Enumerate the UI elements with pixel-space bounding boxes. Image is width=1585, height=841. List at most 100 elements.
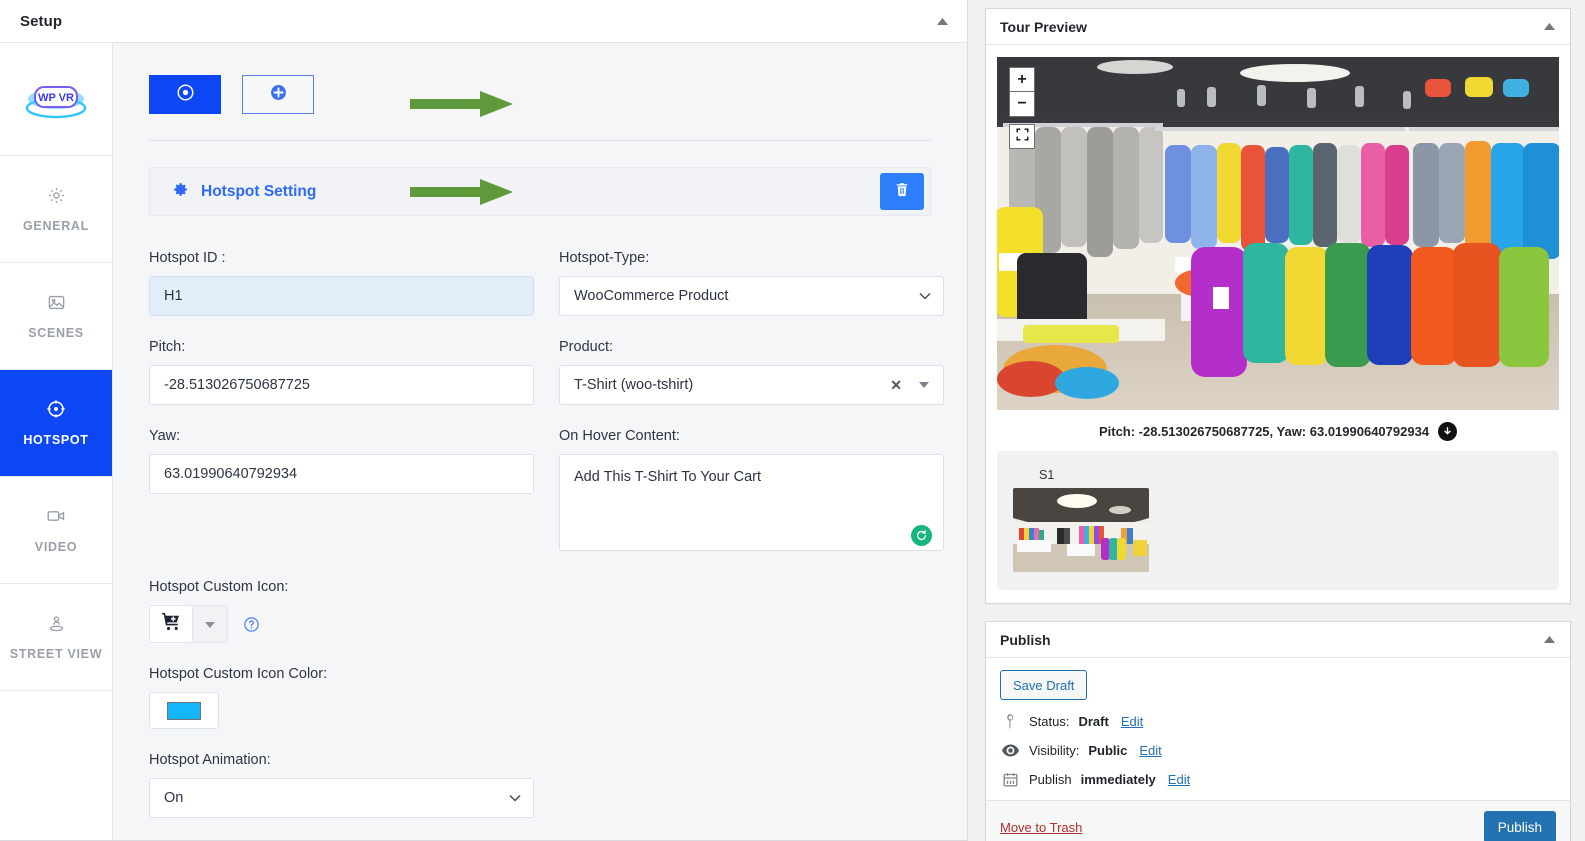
product-selected-value: T-Shirt (woo-tshirt) <box>574 377 694 393</box>
coordinates-text: Pitch: -28.513026750687725, Yaw: 63.0199… <box>1098 424 1430 439</box>
publish-when: immediately <box>1080 772 1156 787</box>
scene-list: S1 <box>997 451 1559 590</box>
wpvr-logo: WP VR <box>0 43 112 156</box>
sidebar-item-label: GENERAL <box>22 219 89 233</box>
image-icon <box>45 291 67 313</box>
product-select[interactable]: T-Shirt (woo-tshirt) ✕ <box>559 365 944 405</box>
wpvr-logo-icon: WP VR <box>22 77 90 121</box>
hotspot-animation-field-group: Hotspot Animation: On <box>149 752 534 818</box>
hotspot-animation-select[interactable]: On <box>149 778 534 818</box>
setup-tab-rail: WP VR GENERAL SCENES HOTSPOT VIDEO STREE… <box>0 43 113 840</box>
fullscreen-button[interactable] <box>1009 124 1035 149</box>
sidebar-item-general[interactable]: GENERAL <box>0 156 112 263</box>
dot-circle-icon <box>176 83 195 107</box>
publish-button[interactable]: Publish <box>1483 811 1556 841</box>
custom-icon-preview-button[interactable] <box>149 605 193 643</box>
existing-hotspot-tab[interactable] <box>149 75 221 114</box>
sidebar-item-street-view[interactable]: STREET VIEW <box>0 584 112 691</box>
right-sidebar: Tour Preview + − Pitch: -28.513026750687… <box>968 0 1585 841</box>
yaw-input[interactable] <box>149 454 534 494</box>
sidebar-item-scenes[interactable]: SCENES <box>0 263 112 370</box>
product-field-group: Product: T-Shirt (woo-tshirt) ✕ <box>559 339 944 405</box>
on-hover-content-textarea[interactable] <box>559 454 944 551</box>
trash-icon <box>894 181 910 203</box>
edit-status-link[interactable]: Edit <box>1121 714 1143 729</box>
color-swatch <box>167 701 201 720</box>
hotspot-type-label: Hotspot-Type: <box>559 250 650 266</box>
tour-preview-title: Tour Preview <box>1000 18 1087 35</box>
publish-metabox: Publish Save Draft Status: Draft Edit Vi… <box>985 621 1571 841</box>
clear-product-icon[interactable]: ✕ <box>890 377 906 394</box>
crosshair-icon <box>45 398 67 420</box>
visibility-label: Visibility: <box>1029 743 1080 758</box>
street-view-icon <box>45 612 67 634</box>
setup-header: Setup <box>0 0 967 43</box>
yaw-field-group: Yaw: <box>149 428 534 556</box>
publish-body: Save Draft Status: Draft Edit Visibility… <box>986 658 1570 800</box>
custom-icon-field-group: Hotspot Custom Icon: <box>149 579 534 643</box>
tour-preview-header: Tour Preview <box>986 9 1570 45</box>
calendar-icon <box>1000 772 1020 787</box>
publish-title: Publish <box>1000 631 1051 648</box>
wpvr-logo-text: WP VR <box>38 92 74 104</box>
save-draft-button[interactable]: Save Draft <box>1000 670 1088 700</box>
caret-up-icon[interactable] <box>931 10 953 32</box>
status-label: Status: <box>1029 714 1070 729</box>
edit-visibility-link[interactable]: Edit <box>1139 743 1161 758</box>
refresh-icon[interactable] <box>911 525 932 546</box>
shopping-cart-plus-icon <box>161 611 182 637</box>
caret-up-icon[interactable] <box>1538 16 1560 38</box>
panorama-viewer[interactable]: + − <box>997 57 1559 410</box>
visibility-value: Public <box>1088 743 1128 758</box>
pitch-input[interactable] <box>149 365 534 405</box>
add-hotspot-tab[interactable] <box>242 75 314 114</box>
custom-icon-dropdown-button[interactable] <box>193 605 228 643</box>
sidebar-item-label: SCENES <box>28 326 84 340</box>
custom-icon-label: Hotspot Custom Icon: <box>149 579 289 595</box>
zoom-out-button[interactable]: − <box>1009 92 1035 117</box>
sidebar-item-label: HOTSPOT <box>23 433 89 447</box>
custom-icon-color-field-group: Hotspot Custom Icon Color: <box>149 666 534 729</box>
scene-thumbnail[interactable] <box>1013 488 1149 572</box>
edit-publish-date-link[interactable]: Edit <box>1168 772 1190 787</box>
publish-header: Publish <box>986 622 1570 658</box>
custom-icon-color-picker-button[interactable] <box>149 692 219 729</box>
scene-item[interactable]: S1 <box>1013 468 1543 572</box>
pitch-label: Pitch: <box>149 339 186 355</box>
chevron-down-icon[interactable] <box>919 382 929 388</box>
hotspot-id-input[interactable] <box>149 276 534 316</box>
video-camera-icon <box>45 505 67 527</box>
hotspot-id-field-group: Hotspot ID : <box>149 250 534 316</box>
tour-preview-metabox: Tour Preview + − Pitch: -28.513026750687… <box>985 8 1571 604</box>
expand-icon <box>1016 128 1029 146</box>
sidebar-item-label: STREET VIEW <box>9 647 103 661</box>
setup-body: WP VR GENERAL SCENES HOTSPOT VIDEO STREE… <box>0 43 967 840</box>
sidebar-item-hotspot[interactable]: HOTSPOT <box>0 370 112 477</box>
publish-label: Publish <box>1029 772 1072 787</box>
coordinates-readout: Pitch: -28.513026750687725, Yaw: 63.0199… <box>986 410 1570 451</box>
hotspot-id-label: Hotspot ID : <box>149 250 226 266</box>
section-title: Hotspot Setting <box>201 182 317 200</box>
download-circle-icon[interactable] <box>1438 422 1458 441</box>
sidebar-item-label: VIDEO <box>34 540 78 554</box>
hotspot-animation-label: Hotspot Animation: <box>149 752 271 768</box>
scene-label: S1 <box>1039 468 1055 482</box>
plus-circle-icon <box>269 83 288 107</box>
yaw-label: Yaw: <box>149 428 181 444</box>
delete-hotspot-button[interactable] <box>880 173 924 210</box>
publish-schedule-row: Publish immediately Edit <box>1000 772 1556 787</box>
panorama-controls: + − <box>1009 67 1035 149</box>
wpvr-admin-screen: Setup WP VR GENERAL SCENES HOTSPOT VIDEO… <box>0 0 1585 841</box>
status-row: Status: Draft Edit <box>1000 714 1556 729</box>
hotspot-settings-panel: Hotspot Setting Hotspot ID : H1 Hotspot-… <box>113 43 967 840</box>
scene-thumbnail-image <box>1013 488 1149 572</box>
caret-up-icon[interactable] <box>1538 629 1560 651</box>
zoom-in-button[interactable]: + <box>1009 67 1035 92</box>
setup-metabox: Setup WP VR GENERAL SCENES HOTSPOT VIDEO… <box>0 0 968 841</box>
sidebar-item-video[interactable]: VIDEO <box>0 477 112 584</box>
hotspot-type-select[interactable]: WooCommerce Product <box>559 276 944 316</box>
divider <box>149 140 931 141</box>
panorama-image <box>997 57 1559 410</box>
move-to-trash-link[interactable]: Move to Trash <box>1000 820 1082 835</box>
help-circle-icon[interactable] <box>243 616 260 633</box>
